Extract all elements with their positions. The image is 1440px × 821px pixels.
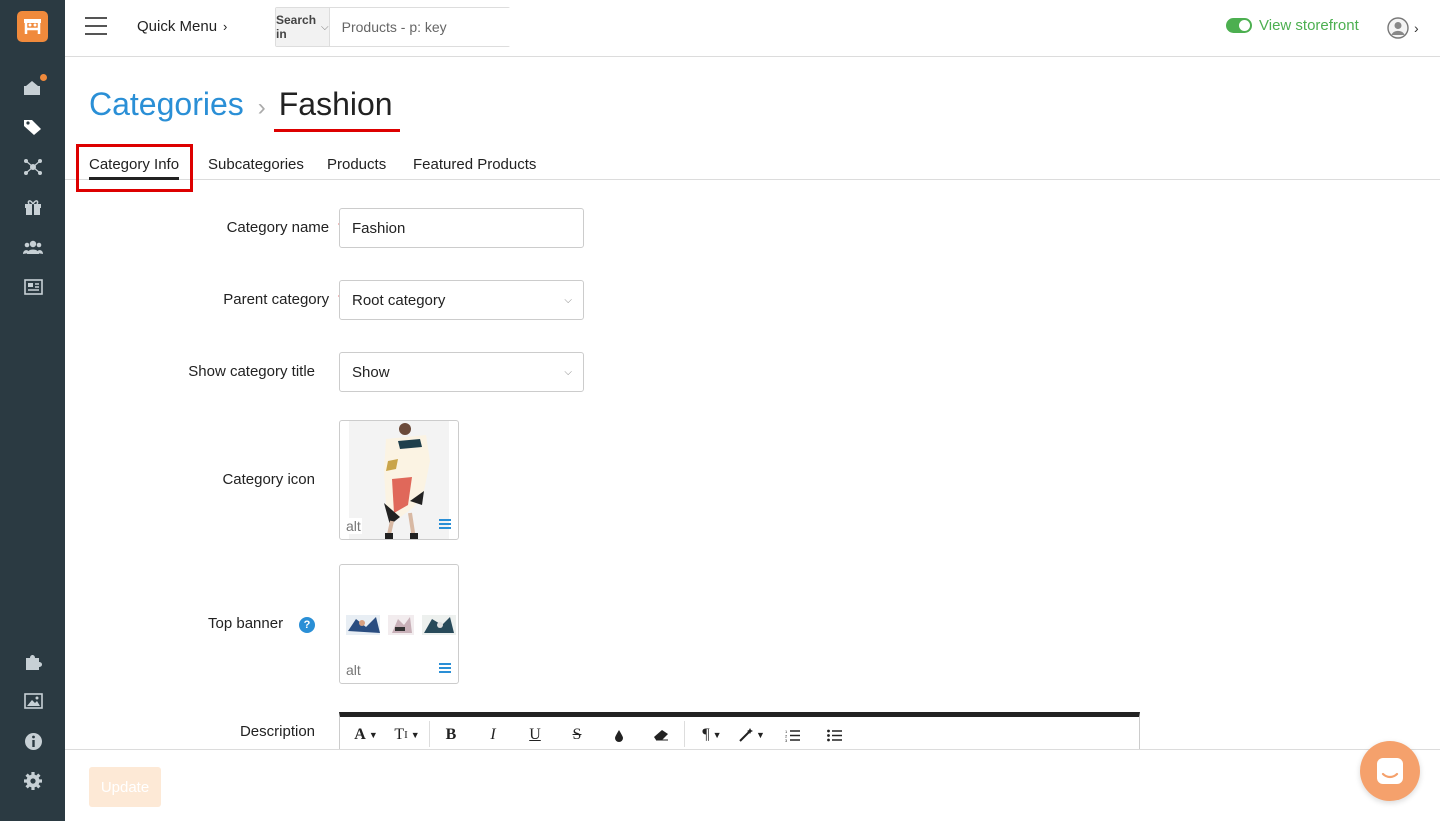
- gear-icon[interactable]: [22, 770, 44, 792]
- highlight-icon[interactable]: [610, 724, 628, 746]
- breadcrumb-categories-link[interactable]: Categories: [89, 86, 244, 123]
- description-editor: A ▼ T I ▼ B I U S ¶ ▼ ▼ 123: [339, 712, 1140, 752]
- show-title-select[interactable]: Show ⌵: [339, 352, 584, 392]
- show-title-label: Show category title: [188, 363, 315, 380]
- info-icon[interactable]: [22, 730, 44, 752]
- toolbar-separator: [684, 721, 685, 747]
- image-menu-icon[interactable]: [439, 519, 451, 531]
- italic-icon[interactable]: I: [484, 724, 502, 746]
- hamburger-menu-icon[interactable]: [85, 17, 107, 37]
- parent-category-value: Root category: [352, 291, 446, 309]
- paragraph-icon[interactable]: ¶ ▼: [698, 724, 726, 746]
- image-alt-text: alt: [345, 662, 362, 678]
- user-menu[interactable]: ›: [1387, 17, 1419, 39]
- category-name-label-text: Category name: [226, 219, 330, 236]
- breadcrumb-separator-icon: ›: [257, 94, 266, 121]
- toggle-switch-icon[interactable]: [1226, 18, 1252, 33]
- app-root: Quick Menu › Search in ⌵ View storefront ›…: [0, 0, 1440, 821]
- image-alt-text: alt: [345, 518, 362, 534]
- svg-text:3: 3: [785, 738, 788, 742]
- parent-category-select[interactable]: Root category ⌵: [339, 280, 584, 320]
- image-menu-icon[interactable]: [439, 663, 451, 675]
- chevron-right-icon: ›: [223, 19, 228, 34]
- top-header: Quick Menu › Search in ⌵ View storefront ›: [65, 0, 1440, 57]
- notification-dot: [40, 74, 47, 81]
- quick-menu-button[interactable]: Quick Menu ›: [137, 18, 227, 35]
- breadcrumb: Categories › Fashion: [89, 86, 400, 132]
- chevron-right-icon: ›: [1414, 20, 1419, 36]
- network-icon[interactable]: [22, 156, 44, 178]
- toolbar-separator: [429, 721, 430, 747]
- tab-category-info[interactable]: Category Info: [89, 156, 180, 180]
- footer-bar: Update: [65, 749, 1440, 821]
- description-label: Description: [239, 723, 315, 740]
- underline-icon[interactable]: U: [526, 724, 544, 746]
- tab-products[interactable]: Products: [327, 156, 386, 173]
- category-name-label: Category name*: [227, 219, 344, 236]
- chat-icon: [1377, 758, 1403, 784]
- font-color-icon[interactable]: A ▼: [352, 724, 380, 746]
- eraser-icon[interactable]: [652, 724, 670, 746]
- chevron-down-icon: ⌵: [321, 21, 329, 33]
- help-icon[interactable]: ?: [299, 617, 315, 633]
- text-size-icon[interactable]: T I ▼: [393, 724, 421, 746]
- quick-menu-label: Quick Menu: [137, 18, 218, 35]
- search-scope-label: Search in: [276, 13, 317, 41]
- puzzle-icon[interactable]: [22, 650, 44, 672]
- search-input[interactable]: [329, 8, 523, 46]
- gift-icon[interactable]: [22, 196, 44, 218]
- logo-icon[interactable]: [17, 11, 48, 42]
- news-icon[interactable]: [22, 276, 44, 298]
- top-banner-label: Top banner: [208, 615, 284, 632]
- category-name-input[interactable]: [339, 208, 584, 248]
- sidebar: [0, 0, 65, 821]
- image-icon[interactable]: [22, 690, 44, 712]
- search-scope-dropdown[interactable]: Search in ⌵: [276, 8, 330, 46]
- tab-featured-products[interactable]: Featured Products: [413, 156, 536, 173]
- update-button[interactable]: Update: [89, 767, 161, 807]
- top-banner-image[interactable]: alt: [339, 564, 459, 684]
- strikethrough-icon[interactable]: S: [568, 724, 586, 746]
- tag-icon[interactable]: [22, 116, 44, 138]
- view-storefront-label: View storefront: [1259, 17, 1359, 34]
- tab-bar: Category Info Subcategories Products Fea…: [65, 144, 1440, 192]
- show-title-value: Show: [352, 363, 390, 381]
- parent-category-label: Parent category*: [223, 291, 344, 308]
- parent-category-label-text: Parent category: [223, 291, 330, 308]
- chevron-down-icon: ⌵: [564, 367, 572, 378]
- unordered-list-icon[interactable]: [825, 724, 843, 746]
- category-icon-label: Category icon: [222, 471, 315, 488]
- magic-icon[interactable]: ▼: [737, 724, 767, 746]
- chat-widget-button[interactable]: [1360, 741, 1420, 801]
- user-avatar-icon: [1387, 17, 1409, 39]
- users-icon[interactable]: [22, 236, 44, 258]
- help-icon-mark: ?: [303, 619, 311, 631]
- view-storefront-toggle[interactable]: View storefront: [1226, 17, 1359, 34]
- chevron-down-icon: ⌵: [564, 295, 572, 306]
- bold-icon[interactable]: B: [442, 724, 460, 746]
- dashboard-icon[interactable]: [22, 74, 47, 98]
- page-title: Fashion: [273, 86, 400, 132]
- search-bar: Search in ⌵: [275, 7, 523, 47]
- tab-subcategories[interactable]: Subcategories: [208, 156, 304, 173]
- ordered-list-icon[interactable]: 123: [783, 724, 801, 746]
- category-icon-image[interactable]: alt: [339, 420, 459, 540]
